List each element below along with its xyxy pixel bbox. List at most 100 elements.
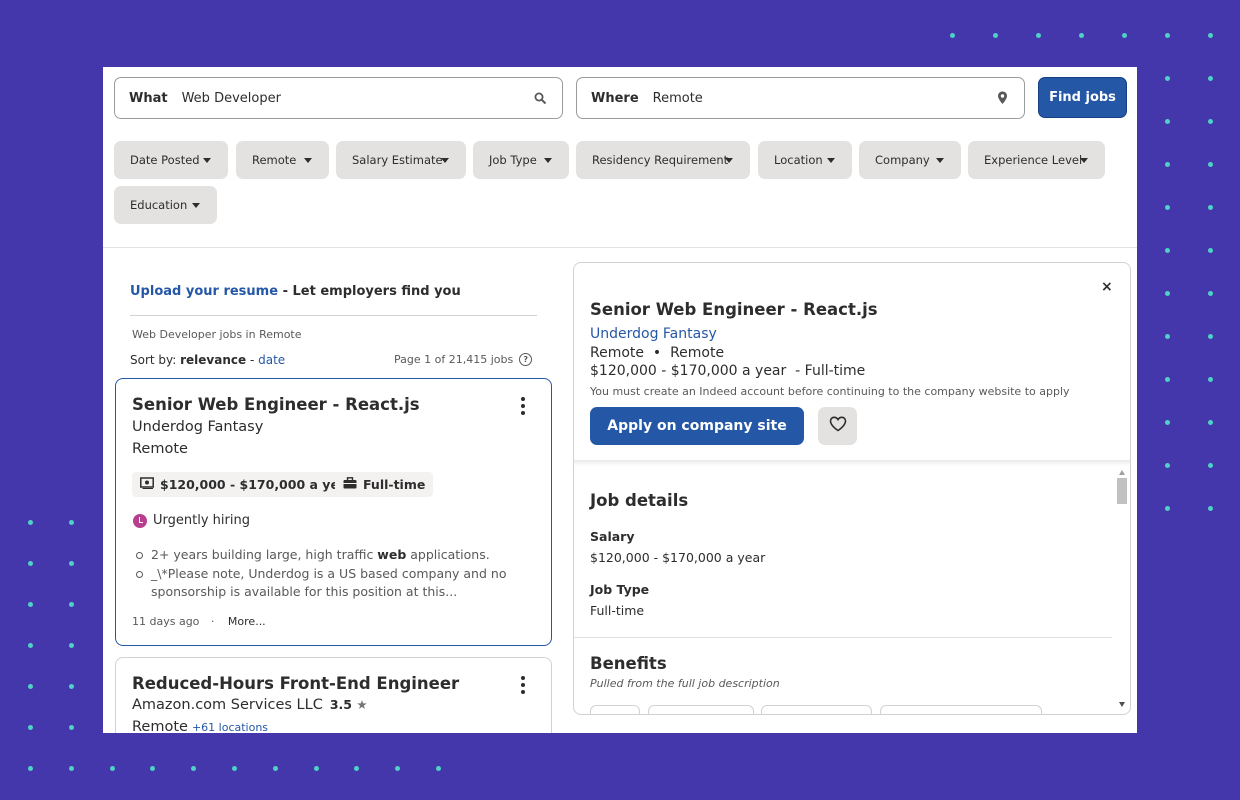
salary-text: $120,000 - $170,000 a year	[160, 477, 354, 492]
snippet-item: _\*Please note, Underdog is a US based c…	[136, 565, 516, 602]
meta-separator: ·	[210, 615, 215, 628]
rating-value: 3.5	[329, 697, 352, 712]
decorative-dot	[1165, 334, 1170, 339]
filter-location[interactable]: Location	[758, 141, 852, 179]
page-info: Page 1 of 21,415 jobs ?	[394, 353, 533, 366]
decorative-dot	[1208, 205, 1213, 210]
salary-label: Salary	[590, 529, 635, 544]
filter-label: Education	[130, 198, 188, 212]
location-pin-icon	[994, 90, 1010, 106]
heart-icon	[829, 416, 847, 436]
decorative-dot	[1165, 33, 1170, 38]
filter-education[interactable]: Education	[114, 186, 217, 224]
decorative-dot	[28, 766, 33, 771]
job-type-label: Job Type	[590, 582, 650, 597]
sort-prefix: Sort by:	[130, 353, 181, 367]
benefit-tag	[648, 705, 754, 714]
job-card[interactable]: Senior Web Engineer - React.js Underdog …	[115, 378, 552, 646]
decorative-dot	[1165, 248, 1170, 253]
company-line: Amazon.com Services LLC 3.5 ★	[132, 697, 368, 713]
scroll-thumb[interactable]	[1117, 478, 1127, 504]
decorative-dot	[28, 561, 33, 566]
detail-company-link[interactable]: Underdog Fantasy	[590, 326, 717, 342]
close-icon[interactable]: ×	[1101, 279, 1113, 295]
filter-job-type[interactable]: Job Type	[473, 141, 569, 179]
benefits-heading: Benefits	[590, 654, 667, 673]
briefcase-icon	[343, 477, 357, 492]
filter-company[interactable]: Company	[859, 141, 961, 179]
chevron-down-icon	[936, 158, 944, 163]
company-name: Underdog Fantasy	[132, 419, 264, 435]
decorative-dot	[28, 602, 33, 607]
search-icon[interactable]	[532, 90, 548, 106]
decorative-dot	[1208, 162, 1213, 167]
job-title[interactable]: Reduced-Hours Front-End Engineer	[132, 674, 459, 693]
save-job-button[interactable]	[818, 407, 857, 445]
filter-label: Residency Requirement	[592, 153, 729, 167]
job-search-window: What Web Developer Where Remote Find job…	[103, 67, 1137, 733]
chevron-down-icon	[203, 158, 211, 163]
scrollbar[interactable]	[1115, 466, 1129, 711]
decorative-dot	[1165, 119, 1170, 124]
decorative-dot	[1208, 420, 1213, 425]
what-field[interactable]: What Web Developer	[114, 77, 563, 119]
filter-label: Experience Level	[984, 153, 1083, 167]
decorative-dot	[1165, 377, 1170, 382]
kebab-menu-icon[interactable]	[521, 676, 525, 694]
scroll-down-icon[interactable]	[1119, 702, 1125, 707]
job-detail-panel: × Senior Web Engineer - React.js Underdo…	[573, 262, 1131, 715]
benefit-tag	[761, 705, 872, 714]
filter-label: Company	[875, 153, 930, 167]
decorative-dot	[1165, 162, 1170, 167]
decorative-dot	[993, 33, 998, 38]
divider	[103, 247, 1137, 248]
upload-resume-text: - Let employers find you	[278, 284, 461, 299]
kebab-menu-icon[interactable]	[521, 397, 525, 415]
benefit-tag	[880, 705, 1042, 714]
scroll-up-icon[interactable]	[1119, 470, 1125, 475]
filter-experience-level[interactable]: Experience Level	[968, 141, 1105, 179]
filter-residency-requirement[interactable]: Residency Requirement	[576, 141, 750, 179]
detail-location: Remote • Remote	[590, 345, 725, 361]
where-input[interactable]: Remote	[653, 91, 994, 106]
decorative-dot	[232, 766, 237, 771]
apply-button[interactable]: Apply on company site	[590, 407, 804, 445]
chevron-down-icon	[1080, 158, 1088, 163]
location-line: Remote +61 locations	[132, 719, 268, 733]
filter-remote[interactable]: Remote	[236, 141, 329, 179]
help-icon[interactable]: ?	[519, 353, 533, 366]
filter-label: Job Type	[489, 153, 537, 167]
job-type-value: Full-time	[590, 603, 645, 618]
chevron-down-icon	[725, 158, 733, 163]
money-icon	[140, 477, 154, 492]
chevron-down-icon	[192, 203, 200, 208]
find-jobs-button[interactable]: Find jobs	[1038, 77, 1127, 118]
snippet-text: 2+ years building large, high traffic	[151, 547, 378, 562]
sort-date-link[interactable]: date	[258, 353, 285, 367]
decorative-dot	[1079, 33, 1084, 38]
sort-relevance: relevance	[180, 353, 247, 367]
filter-label: Date Posted	[130, 153, 200, 167]
decorative-dot	[68, 684, 74, 689]
what-input[interactable]: Web Developer	[182, 91, 532, 106]
decorative-dot	[1165, 506, 1170, 511]
upload-resume-link[interactable]: Upload your resume	[130, 284, 278, 299]
results-heading: Web Developer jobs in Remote	[132, 328, 302, 341]
decorative-dot	[68, 725, 74, 730]
job-meta: 11 days ago · More...	[132, 615, 266, 628]
filter-salary-estimate[interactable]: Salary Estimate	[336, 141, 466, 179]
decorative-dot	[28, 725, 33, 730]
decorative-dot	[68, 643, 74, 648]
more-locations-link[interactable]: +61 locations	[192, 721, 268, 733]
decorative-dot	[1208, 334, 1213, 339]
filter-date-posted[interactable]: Date Posted	[114, 141, 228, 179]
star-icon: ★	[356, 697, 368, 712]
more-link[interactable]: More...	[228, 615, 266, 628]
sort-by: Sort by: relevance - date	[130, 353, 285, 367]
job-title[interactable]: Senior Web Engineer - React.js	[132, 395, 420, 414]
detail-salary-type: $120,000 - $170,000 a year - Full-time	[590, 363, 866, 379]
decorative-dot	[1208, 76, 1213, 81]
job-snippet: 2+ years building large, high traffic we…	[136, 546, 516, 602]
job-card[interactable]: Reduced-Hours Front-End Engineer Amazon.…	[115, 657, 552, 733]
where-field[interactable]: Where Remote	[576, 77, 1025, 119]
